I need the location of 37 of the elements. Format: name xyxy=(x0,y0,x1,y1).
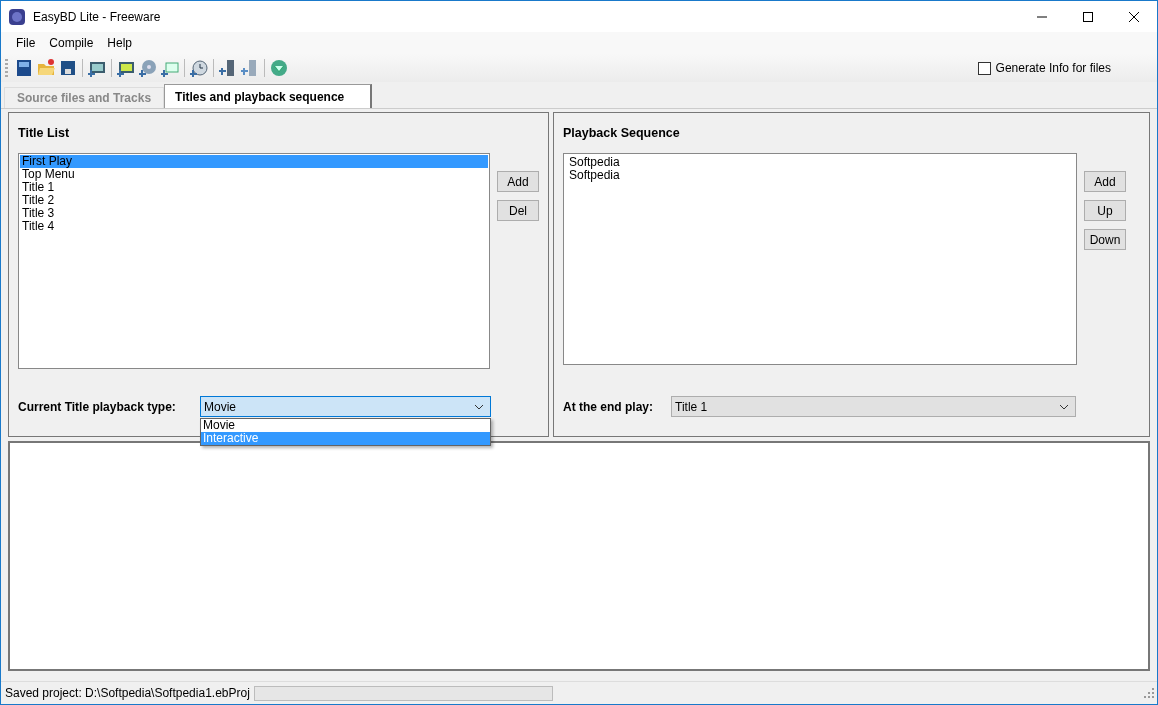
list-item[interactable]: First Play xyxy=(20,155,488,168)
app-logo-icon xyxy=(8,7,26,26)
list-item[interactable]: Title 2 xyxy=(20,194,488,207)
resize-grip-icon[interactable] xyxy=(1144,688,1154,698)
audio-add-icon[interactable] xyxy=(137,57,159,79)
menu-item[interactable]: Help xyxy=(100,34,140,52)
list-button[interactable]: Add xyxy=(497,171,539,192)
checkbox-label: Generate Info for files xyxy=(995,61,1111,75)
tab[interactable]: Titles and playback sequence xyxy=(164,84,373,108)
status-text: Saved project: D:\Softpedia\Softpedia1.ebProj xyxy=(5,686,250,700)
close-icon xyxy=(1129,11,1139,22)
list-button[interactable]: Add xyxy=(1084,171,1126,192)
maximize-icon xyxy=(1083,11,1093,22)
list-button[interactable]: Del xyxy=(497,200,539,221)
field-label: At the end play: xyxy=(563,399,654,414)
list-item[interactable]: Title 1 xyxy=(20,181,488,194)
field-label: Current Title playback type: xyxy=(18,399,177,414)
panel-heading: Title List xyxy=(18,126,71,140)
list-button[interactable]: Down xyxy=(1084,229,1126,250)
sequence-list[interactable]: Softpedia Softpedia xyxy=(563,153,1077,365)
list-item[interactable]: Top Menu xyxy=(20,168,488,181)
list-button[interactable]: Up xyxy=(1084,200,1126,221)
panel-heading: Playback Sequence xyxy=(563,126,681,140)
checkbox[interactable] xyxy=(977,61,991,75)
end-play-dropdown[interactable]: Title 1 xyxy=(671,396,1076,417)
dropdown-option[interactable]: Movie xyxy=(201,419,490,432)
list-item[interactable]: Softpedia xyxy=(567,169,1073,182)
playback-type-dropdown[interactable]: Movie xyxy=(200,396,491,417)
list-item[interactable]: Title 4 xyxy=(20,220,488,233)
list-item[interactable]: Title 3 xyxy=(20,207,488,220)
chapter-add-icon[interactable] xyxy=(188,57,210,79)
menu-item[interactable]: Compile xyxy=(42,34,101,52)
window-title: EasyBD Lite - Freeware xyxy=(33,9,161,24)
menu-item[interactable]: File xyxy=(9,34,43,52)
compile-icon[interactable] xyxy=(268,57,290,79)
list-item[interactable]: Softpedia xyxy=(567,156,1073,169)
title-list[interactable]: First Play Top Menu Title 1 Title 2 Title 3 Title 4 xyxy=(18,153,490,369)
